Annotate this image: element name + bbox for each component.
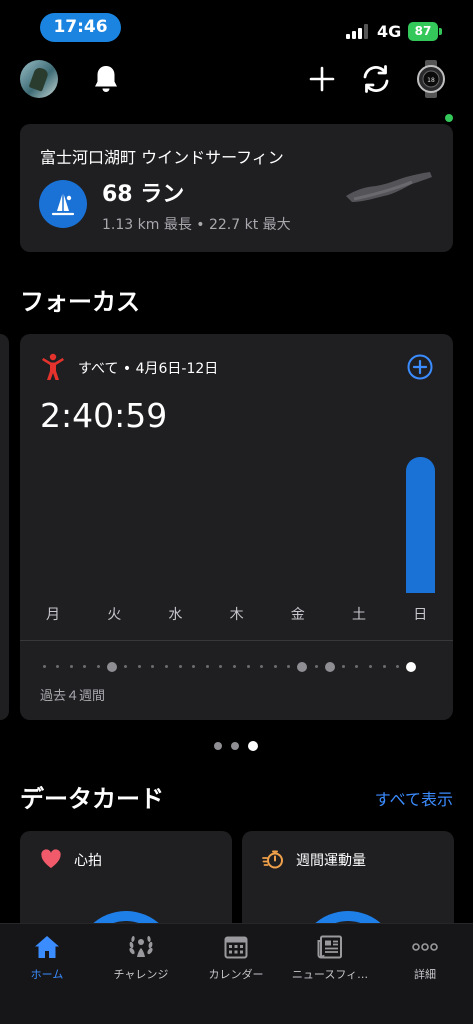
focus-card[interactable]: すべて • 4月6日-12日 2:40:59 月 火 水 木 金 土 日 過去４週間 xyxy=(20,334,453,720)
tab-label: ホーム xyxy=(30,968,64,981)
add-icon[interactable] xyxy=(305,62,339,96)
tab-calendar[interactable]: カレンダー xyxy=(189,934,283,986)
focus-range: すべて • 4月6日-12日 xyxy=(78,361,219,377)
more-icon xyxy=(411,934,439,960)
timeline-dot xyxy=(219,665,223,668)
tab-label: チャレンジ xyxy=(113,968,169,981)
network-type: 4G xyxy=(377,22,402,41)
day-label: 木 xyxy=(229,607,244,623)
timeline-dot xyxy=(368,665,372,668)
home-icon xyxy=(33,934,61,960)
day-label: 水 xyxy=(168,607,183,623)
tab-newsfeed[interactable]: ニュースフィ… xyxy=(283,934,377,986)
timeline-dot xyxy=(297,662,308,672)
timeline-dot xyxy=(246,665,250,668)
timeline-dot xyxy=(178,665,182,668)
day-label: 月 xyxy=(46,607,60,623)
timeline-dot xyxy=(232,665,236,668)
timeline-dot xyxy=(205,665,209,668)
timeline-dot xyxy=(137,665,141,668)
timeline-dot xyxy=(151,665,155,668)
activity-count: 68 ラン xyxy=(102,182,185,207)
watch-icon[interactable]: 18 xyxy=(414,60,448,98)
timeline-dot xyxy=(273,665,277,668)
heart-icon xyxy=(41,849,61,868)
tab-home[interactable]: ホーム xyxy=(0,934,94,986)
day-label: 火 xyxy=(107,607,122,623)
add-circle-icon[interactable] xyxy=(407,354,433,380)
timeline-dot xyxy=(96,665,100,668)
timeline-dot xyxy=(192,665,196,668)
focus-total-time: 2:40:59 xyxy=(40,396,168,435)
timeline-dot xyxy=(42,665,46,668)
page-dot[interactable] xyxy=(214,742,222,750)
focus-divider xyxy=(20,640,453,641)
timeline-dot xyxy=(324,662,335,672)
timeline-dot xyxy=(164,665,168,668)
top-toolbar: 18 xyxy=(0,54,473,122)
watch-connected-dot xyxy=(445,114,453,122)
avatar[interactable] xyxy=(20,60,58,98)
timeline-dot xyxy=(341,665,345,668)
timeline-dot-current xyxy=(406,662,417,672)
activity-card[interactable]: 富士河口湖町 ウインドサーフィン 68 ラン 1.13 km 最長 • 22.7… xyxy=(20,124,453,252)
tab-label: 詳細 xyxy=(414,968,436,981)
cellular-signal-icon xyxy=(346,24,370,39)
activity-stats: 1.13 km 最長 • 22.7 kt 最大 xyxy=(102,217,291,233)
timeline-dot xyxy=(69,665,73,668)
timeline-dot xyxy=(382,665,386,668)
timeline-dot xyxy=(107,662,117,672)
activity-title: 富士河口湖町 ウインドサーフィン xyxy=(40,148,284,167)
weeks-label: 過去４週間 xyxy=(40,689,106,704)
sync-icon[interactable] xyxy=(359,62,393,96)
timeline-dot xyxy=(56,665,60,668)
battery-cap xyxy=(439,28,442,35)
see-all-link[interactable]: すべて表示 xyxy=(375,786,453,810)
focus-section-title: フォーカス xyxy=(20,288,140,316)
tab-label: カレンダー xyxy=(208,968,264,981)
timeline-dot xyxy=(314,665,318,668)
svg-text:18: 18 xyxy=(427,77,435,84)
day-label: 金 xyxy=(290,607,305,623)
status-bar: 17:46 4G 87 xyxy=(0,0,473,54)
tab-bar: ホーム チャレンジ カレンダー ニュースフィ… 詳細 xyxy=(0,923,473,1024)
laurel-icon xyxy=(127,934,155,960)
day-label: 日 xyxy=(413,607,428,623)
page-dot-active[interactable] xyxy=(248,741,258,751)
day-label: 土 xyxy=(352,607,366,623)
timeline-dot xyxy=(83,665,87,668)
weekly-bar-chart xyxy=(20,446,453,596)
heart-rate-label: 心拍 xyxy=(74,853,102,869)
tab-challenges[interactable]: チャレンジ xyxy=(94,934,188,986)
page-indicator[interactable] xyxy=(0,741,473,751)
timeline-dot xyxy=(396,665,400,668)
timeline-dot xyxy=(287,665,291,668)
newsfeed-icon xyxy=(316,934,344,960)
stopwatch-icon xyxy=(262,850,283,869)
person-icon xyxy=(42,353,64,380)
timeline-dot xyxy=(355,665,359,668)
route-map xyxy=(346,172,432,202)
timeline-dot xyxy=(124,665,128,668)
battery-icon: 87 xyxy=(408,22,438,41)
week-timeline[interactable] xyxy=(40,660,440,674)
battery-level: 87 xyxy=(414,24,432,38)
status-time: 17:46 xyxy=(40,13,121,42)
tab-more[interactable]: 詳細 xyxy=(378,934,472,986)
data-cards-section-title: データカード xyxy=(20,785,164,813)
previous-card-peek[interactable] xyxy=(0,334,9,720)
windsurf-icon xyxy=(39,180,87,228)
bell-icon[interactable] xyxy=(89,62,123,96)
weekly-training-label: 週間運動量 xyxy=(296,853,366,869)
calendar-icon xyxy=(222,934,250,960)
page-dot[interactable] xyxy=(231,742,239,750)
timeline-dot xyxy=(260,665,264,668)
tab-label: ニュースフィ… xyxy=(291,968,369,981)
chart-bar xyxy=(405,457,435,593)
